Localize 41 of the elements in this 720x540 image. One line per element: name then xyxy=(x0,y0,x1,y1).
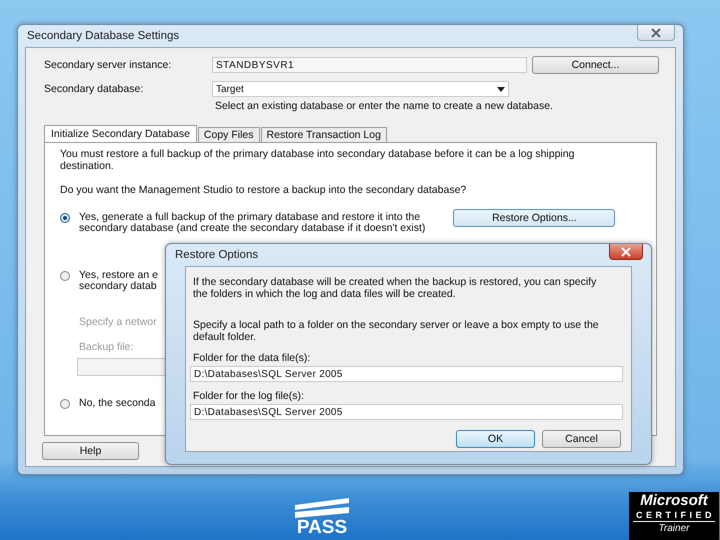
folder-field[interactable]: D:\Databases\SQL Server 2005 xyxy=(190,404,623,420)
logo-icon xyxy=(293,497,351,519)
window-title: Secondary Database Settings xyxy=(27,30,180,42)
field-label: Backup file: xyxy=(79,341,134,353)
close-button[interactable] xyxy=(609,244,643,260)
radio-label: secondary database (and create the secondary database if it doesn't exist) xyxy=(79,223,426,234)
restore-options-button[interactable]: Restore Options... xyxy=(453,209,616,227)
radio-button[interactable] xyxy=(60,271,70,281)
radio-label: No, the seconda xyxy=(79,398,156,409)
close-icon xyxy=(620,246,632,256)
description-text: If the secondary database will be created when the backup is restored, you can specify the folders in which the log and data files will be created. xyxy=(193,276,598,300)
help-button[interactable]: Help xyxy=(42,442,139,460)
tab[interactable]: Restore Transaction Log xyxy=(260,127,387,142)
folder-field[interactable]: D:\Databases\SQL Server 2005 xyxy=(190,366,623,382)
intro-text: You must restore a full backup of the primary database into secondary database before it can be a log shipping destination. xyxy=(60,148,576,172)
radio-label: Yes, restore an e xyxy=(79,270,158,281)
certification-logo: Microsoft CERTIFIED Trainer xyxy=(629,492,719,540)
database-combobox[interactable]: Target xyxy=(212,81,509,97)
radio-button[interactable] xyxy=(60,213,70,223)
server-field[interactable]: STANDBYSVR1 xyxy=(212,57,527,73)
hint-text: Select an existing database or enter the name to create a new database. xyxy=(215,100,554,112)
field-label: Folder for the log file(s): xyxy=(193,390,305,402)
dropdown-arrow-icon xyxy=(497,86,505,92)
radio-label: Yes, generate a full backup of the primary database and restore it into the xyxy=(79,212,422,223)
dialog-button[interactable]: Cancel xyxy=(542,430,621,448)
radio-button[interactable] xyxy=(60,399,70,409)
question-text: Do you want the Management Studio to restore a backup into the secondary database? xyxy=(60,184,468,196)
connect-button[interactable]: Connect... xyxy=(532,56,659,74)
field-label: Folder for the data file(s): xyxy=(193,352,312,364)
tab[interactable]: Initialize Secondary Database xyxy=(44,125,197,142)
dialog-button[interactable]: OK xyxy=(456,430,535,448)
description-text: Specify a local path to a folder on the secondary server or leave a box empty to use the default folder. xyxy=(193,319,600,343)
note-text: Specify a networ xyxy=(79,316,157,328)
close-button[interactable] xyxy=(637,25,675,41)
radio-label: secondary datab xyxy=(79,281,158,292)
tab[interactable]: Copy Files xyxy=(198,127,260,142)
logo-text: PASS xyxy=(296,519,348,537)
field-label: Secondary server instance: xyxy=(44,59,172,71)
window-title: Restore Options xyxy=(175,249,258,261)
close-icon xyxy=(650,28,662,38)
field-label: Secondary database: xyxy=(44,83,144,95)
